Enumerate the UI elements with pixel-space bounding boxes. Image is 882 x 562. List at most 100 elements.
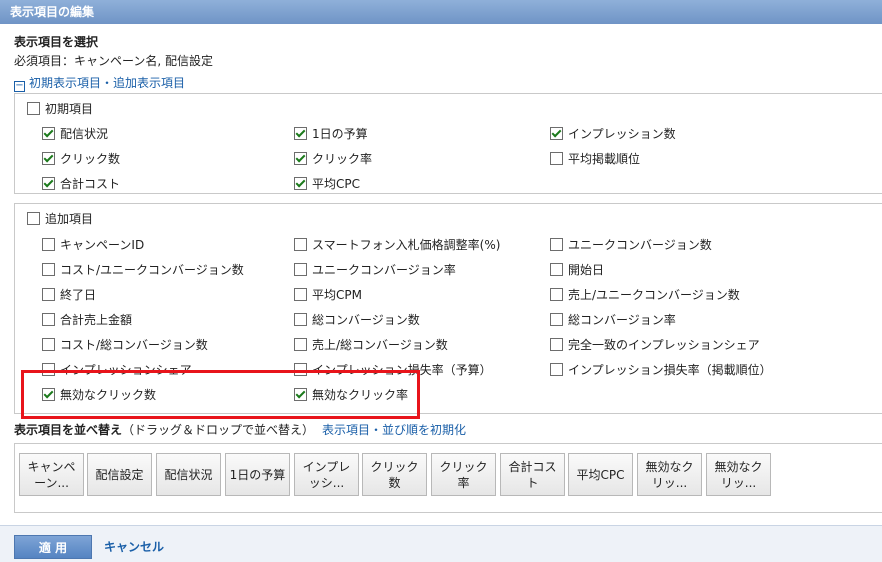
checkbox-box [294, 338, 307, 351]
reorder-chip[interactable]: 無効なクリッ... [706, 453, 771, 496]
checkbox-box [550, 288, 563, 301]
toggle-label: 初期表示項目・追加表示項目 [29, 76, 186, 90]
reset-order-link[interactable]: 表示項目・並び順を初期化 [322, 423, 466, 437]
checkbox-label: 開始日 [568, 263, 605, 277]
reorder-chip-area: キャンペーン... 配信設定 配信状況 1日の予算 インプレッシ... クリック数 クリック… [14, 443, 882, 513]
checkbox-item[interactable]: クリック数 [42, 150, 120, 167]
required-items-text: 必須項目：キャンペーン名, 配信設定 [14, 54, 214, 68]
checkbox-box [42, 263, 55, 276]
checkbox-label: 合計コスト [60, 177, 121, 191]
checkbox-box [42, 338, 55, 351]
initial-items-header-checkbox[interactable]: 初期項目 [27, 100, 93, 117]
checkbox-label: ユニークコンバージョン率 [312, 263, 456, 277]
checkbox-label: クリック数 [60, 152, 121, 166]
checkbox-label: コスト/ユニークコンバージョン数 [60, 263, 244, 277]
checkbox-item[interactable]: 売上/総コンバージョン数 [294, 336, 448, 353]
checkbox-item[interactable]: 平均掲載順位 [550, 150, 640, 167]
checkbox-label: クリック率 [312, 152, 373, 166]
reorder-chip[interactable]: 合計コスト [500, 453, 565, 496]
checkbox-label: 1日の予算 [312, 127, 368, 141]
checkbox-label: 平均CPM [312, 288, 362, 302]
checkbox-box [550, 363, 563, 376]
initial-items-panel: 初期項目 配信状況 1日の予算 インプレッション数クリック数 クリック率 平均掲載順位合… [14, 93, 882, 194]
cancel-link[interactable]: キャンセル [104, 538, 164, 555]
checkbox-label: インプレッション損失率（掲載順位） [568, 363, 772, 377]
checkbox-box [294, 263, 307, 276]
checkbox-label: ユニークコンバージョン数 [568, 238, 712, 252]
checkbox-box [294, 288, 307, 301]
checkbox-item[interactable]: キャンペーンID [42, 236, 144, 253]
reorder-chip[interactable]: 1日の予算 [225, 453, 290, 496]
checkbox-item[interactable]: クリック率 [294, 150, 372, 167]
checkbox-item[interactable]: 完全一致のインプレッションシェア [550, 336, 760, 353]
checkbox-box [27, 212, 40, 225]
checkbox-box [294, 127, 307, 140]
checkbox-box [294, 152, 307, 165]
checkbox-item[interactable]: 総コンバージョン率 [550, 311, 676, 328]
checkbox-item[interactable]: ユニークコンバージョン率 [294, 261, 456, 278]
checkbox-item[interactable]: ユニークコンバージョン数 [550, 236, 712, 253]
checkbox-box [27, 102, 40, 115]
toggle-initial-additional[interactable]: − 初期表示項目・追加表示項目 [14, 74, 185, 92]
checkbox-box [42, 127, 55, 140]
collapse-icon: − [14, 80, 25, 92]
checkbox-item[interactable]: インプレッション損失率（掲載順位） [550, 361, 772, 378]
checkbox-box [550, 338, 563, 351]
checkbox-label: 平均掲載順位 [568, 152, 641, 166]
reorder-chip[interactable]: 無効なクリッ... [637, 453, 702, 496]
checkbox-box [550, 238, 563, 251]
reorder-chip[interactable]: 配信状況 [156, 453, 221, 496]
checkbox-label: 総コンバージョン数 [312, 313, 420, 327]
section-title: 表示項目を選択 [14, 35, 99, 49]
checkbox-box [294, 238, 307, 251]
checkbox-item[interactable]: 平均CPM [294, 286, 362, 303]
checkbox-box [42, 288, 55, 301]
reorder-chip[interactable]: キャンペーン... [19, 453, 84, 496]
checkbox-label: 合計売上金額 [60, 313, 133, 327]
checkbox-label: 追加項目 [45, 212, 94, 226]
checkbox-item[interactable]: 配信状況 [42, 125, 108, 142]
reorder-chip[interactable]: クリック数 [362, 453, 427, 496]
checkbox-box [294, 177, 307, 190]
apply-button[interactable]: 適 用 [14, 535, 92, 559]
checkbox-item[interactable]: 合計コスト [42, 175, 120, 192]
checkbox-box [294, 313, 307, 326]
reorder-chip[interactable]: 平均CPC [568, 453, 633, 496]
checkbox-item[interactable]: 終了日 [42, 286, 96, 303]
reorder-title: 表示項目を並べ替え [14, 423, 123, 437]
reorder-chip[interactable]: クリック率 [431, 453, 496, 496]
checkbox-item[interactable]: 平均CPC [294, 175, 360, 192]
checkbox-label: 完全一致のインプレッションシェア [568, 338, 760, 352]
additional-items-header-checkbox[interactable]: 追加項目 [27, 210, 93, 227]
checkbox-box [42, 238, 55, 251]
checkbox-box [42, 313, 55, 326]
checkbox-box [42, 152, 55, 165]
dialog-footer: 適 用 キャンセル [0, 525, 882, 562]
checkbox-label: 売上/総コンバージョン数 [312, 338, 448, 352]
checkbox-box [550, 152, 563, 165]
dialog-title: 表示項目の編集 [0, 0, 882, 24]
checkbox-label: 総コンバージョン率 [568, 313, 676, 327]
checkbox-label: 初期項目 [45, 102, 94, 116]
checkbox-box [550, 127, 563, 140]
checkbox-item[interactable]: 1日の予算 [294, 125, 368, 142]
checkbox-label: スマートフォン入札価格調整率(%) [312, 238, 501, 252]
checkbox-item[interactable]: コスト/ユニークコンバージョン数 [42, 261, 244, 278]
checkbox-label: インプレッション数 [568, 127, 676, 141]
checkbox-item[interactable]: 合計売上金額 [42, 311, 132, 328]
checkbox-label: コスト/総コンバージョン数 [60, 338, 208, 352]
checkbox-label: 終了日 [60, 288, 97, 302]
checkbox-item[interactable]: 開始日 [550, 261, 604, 278]
reorder-chip[interactable]: インプレッシ... [294, 453, 359, 496]
checkbox-item[interactable]: インプレッション数 [550, 125, 676, 142]
checkbox-label: 配信状況 [60, 127, 109, 141]
checkbox-item[interactable]: 売上/ユニークコンバージョン数 [550, 286, 740, 303]
checkbox-item[interactable]: 総コンバージョン数 [294, 311, 420, 328]
checkbox-box [42, 177, 55, 190]
checkbox-item[interactable]: スマートフォン入札価格調整率(%) [294, 236, 500, 253]
reorder-chip[interactable]: 配信設定 [87, 453, 152, 496]
checkbox-item[interactable]: コスト/総コンバージョン数 [42, 336, 208, 353]
highlight-box [21, 370, 420, 419]
checkbox-label: キャンペーンID [60, 238, 145, 252]
reorder-hint: （ドラッグ＆ドロップで並べ替え） [122, 423, 315, 437]
